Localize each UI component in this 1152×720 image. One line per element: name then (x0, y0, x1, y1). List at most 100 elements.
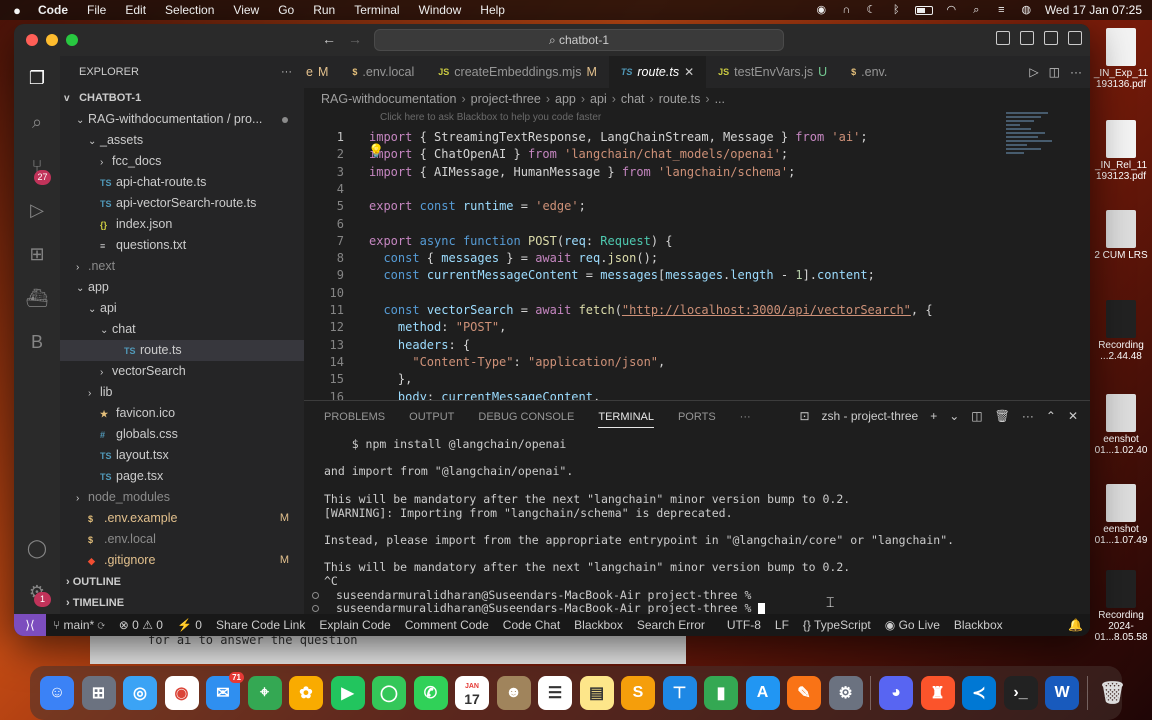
breadcrumb-segment[interactable]: api (590, 92, 607, 106)
toggle-secondary-sidebar-icon[interactable] (1044, 31, 1058, 45)
toggle-sidebar-icon[interactable] (996, 31, 1010, 45)
panel-more-icon[interactable]: ··· (740, 411, 751, 423)
terminal-output[interactable]: $ npm install @langchain/openai and impor… (312, 437, 1084, 615)
maps-icon[interactable]: ⌖ (247, 676, 282, 710)
tab-debug-console[interactable]: DEBUG CONSOLE (478, 411, 574, 423)
close-panel-icon[interactable]: ✕ (1068, 409, 1078, 423)
editor-tab[interactable]: JS testEnvVars.js U (706, 56, 839, 88)
breadcrumb-segment[interactable]: chat (621, 92, 645, 106)
code-editor[interactable]: Click here to ask Blackbox to help you c… (304, 110, 1090, 404)
terminal-name[interactable]: zsh - project-three (822, 409, 919, 423)
phone-icon[interactable]: ✆ (413, 676, 448, 710)
back-arrow-icon[interactable]: ← (322, 31, 336, 47)
go-live-button[interactable]: ◉ Go Live (878, 618, 947, 632)
tree-item[interactable]: TS route.ts (60, 340, 304, 361)
discord-icon[interactable]: ◕ (879, 676, 913, 710)
numbers-icon[interactable]: ▮ (704, 676, 738, 710)
tab-ports[interactable]: PORTS (678, 411, 716, 423)
tree-item[interactable]: TS layout.tsx (60, 445, 304, 466)
vscode-icon[interactable]: ≺ (962, 676, 996, 710)
command-decoration-icon[interactable] (312, 605, 319, 613)
reminders-icon[interactable]: ☰ (538, 676, 572, 710)
tree-item[interactable]: ⌄ chat (60, 319, 304, 340)
split-editor-icon[interactable]: ◫ (1049, 65, 1060, 79)
tree-item[interactable]: TS api-chat-route.ts (60, 172, 304, 193)
apple-menu-icon[interactable]: ● (10, 3, 24, 18)
code-chat-button[interactable]: Code Chat (496, 618, 567, 632)
system-settings-icon[interactable]: ⚙ (828, 676, 863, 710)
close-window-button[interactable] (26, 34, 38, 46)
bluetooth-icon[interactable]: ᛒ (890, 5, 903, 16)
menubar-clock[interactable]: Wed 17 Jan 07:25 (1045, 3, 1142, 17)
docker-icon[interactable]: ⛴ (25, 286, 49, 310)
tree-item[interactable]: {} index.json (60, 214, 304, 235)
breadcrumb-segment[interactable]: project-three (471, 92, 541, 106)
facetime-icon[interactable]: ▶ (330, 676, 365, 710)
tree-item[interactable]: › node_modules (60, 487, 304, 508)
more-actions-icon[interactable]: ··· (1022, 409, 1034, 423)
editor-tab[interactable]: eM (304, 56, 340, 88)
tree-item[interactable]: TS api-vectorSearch-route.ts (60, 193, 304, 214)
notes-icon[interactable]: ▤ (579, 676, 614, 710)
eol-indicator[interactable]: LF (768, 618, 796, 632)
timeline-section[interactable]: › TIMELINE (60, 593, 304, 614)
tree-item[interactable]: › vectorSearch (60, 361, 304, 382)
menu-go[interactable]: Go (278, 3, 294, 17)
terminal-app-icon[interactable]: ›_ (1003, 676, 1038, 710)
sublime-text-icon[interactable]: S (621, 676, 655, 710)
minimize-window-button[interactable] (46, 34, 58, 46)
pages-icon[interactable]: ✎ (787, 676, 821, 710)
menu-window[interactable]: Window (419, 3, 462, 17)
control-center-icon[interactable]: ≡ (995, 5, 1008, 16)
account-icon[interactable]: ◯ (25, 536, 49, 560)
mail-icon[interactable]: ✉ 71 (206, 672, 244, 710)
tree-item[interactable]: $ .env.local (60, 529, 304, 550)
tree-item[interactable]: $ .env.example M (60, 508, 304, 529)
tab-problems[interactable]: PROBLEMS (324, 411, 385, 423)
contacts-icon[interactable]: ☻ (496, 676, 531, 710)
menu-edit[interactable]: Edit (125, 3, 146, 17)
tab-terminal[interactable]: TERMINAL (598, 411, 654, 428)
menu-view[interactable]: View (233, 3, 259, 17)
tree-item[interactable]: ⌄ api (60, 298, 304, 319)
search-icon[interactable]: ⌕ (25, 110, 49, 134)
explorer-icon[interactable]: ❐ (25, 66, 49, 90)
trash-icon[interactable]: 🗑 (995, 409, 1010, 423)
desktop-file[interactable]: eenshot 01...1.07.49 (1090, 484, 1152, 546)
more-actions-icon[interactable]: ··· (281, 56, 292, 88)
outline-section[interactable]: › OUTLINE (60, 572, 304, 593)
tree-item[interactable]: ★ favicon.ico (60, 403, 304, 424)
breadcrumb-segment[interactable]: RAG-withdocumentation (321, 92, 456, 106)
blackbox-status[interactable]: Blackbox (947, 618, 1010, 632)
launchpad-icon[interactable]: ⊞ (81, 676, 116, 710)
editor-tab[interactable]: $ .env. (839, 56, 899, 88)
calendar-icon[interactable]: JAN 17 (455, 676, 489, 710)
record-icon[interactable]: ◉ (815, 5, 828, 16)
tree-item[interactable]: TS page.tsx (60, 466, 304, 487)
blackbox-hint[interactable]: Click here to ask Blackbox to help you c… (380, 112, 601, 123)
desktop-file[interactable]: 2 CUM LRS (1090, 210, 1152, 261)
breadcrumb-segment[interactable]: route.ts (659, 92, 701, 106)
menu-selection[interactable]: Selection (165, 3, 214, 17)
encoding-indicator[interactable]: UTF-8 (720, 618, 768, 632)
wifi-icon[interactable]: ◠ (945, 5, 958, 16)
split-terminal-icon[interactable]: ◫ (971, 409, 982, 423)
siri-icon[interactable]: ◍ (1020, 5, 1033, 16)
battery-icon[interactable] (914, 5, 933, 15)
tree-item[interactable]: ◆ .gitignore M (60, 550, 304, 571)
chrome-icon[interactable]: ◉ (164, 676, 199, 710)
desktop-file[interactable]: _IN_Rel_11 193123.pdf (1090, 120, 1152, 182)
tree-item[interactable]: ⌄ RAG-withdocumentation / pro... (60, 109, 304, 130)
menu-run[interactable]: Run (313, 3, 335, 17)
messages-icon[interactable]: ◯ (372, 676, 406, 710)
menu-help[interactable]: Help (480, 3, 505, 17)
app-store-icon[interactable]: A (745, 676, 780, 710)
breadcrumb-segment[interactable]: ... (715, 92, 725, 106)
tree-item[interactable]: › .next (60, 256, 304, 277)
blackbox-icon[interactable]: B (25, 330, 49, 354)
command-decoration-icon[interactable] (312, 591, 319, 599)
editor-tab[interactable]: TS route.ts ✕ (608, 56, 707, 88)
forward-arrow-icon[interactable]: → (348, 31, 362, 47)
menu-code[interactable]: Code (38, 3, 68, 17)
desktop-file[interactable]: Recording ...2.44.48 (1090, 300, 1152, 362)
